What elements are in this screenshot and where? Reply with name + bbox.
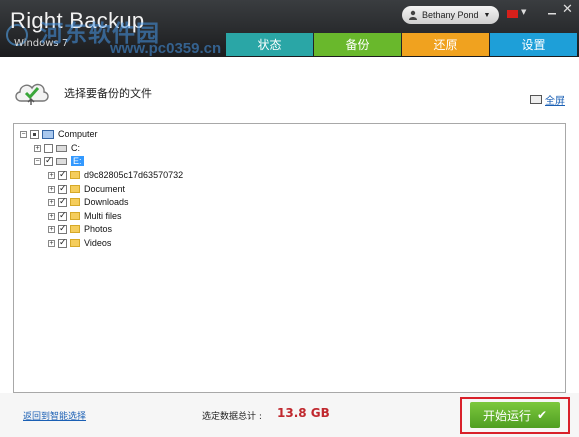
tree-label: Document bbox=[84, 184, 126, 194]
user-name: Bethany Pond bbox=[422, 10, 479, 20]
tree-node-drive-e: − E: bbox=[34, 155, 84, 167]
tree-node-drive-c: + C: bbox=[34, 142, 80, 154]
tab-backup[interactable]: 备份 bbox=[314, 33, 401, 56]
expand-toggle[interactable]: + bbox=[48, 171, 55, 179]
folder-icon bbox=[70, 198, 80, 206]
computer-icon bbox=[42, 129, 54, 139]
folder-checkbox[interactable] bbox=[58, 183, 67, 194]
checkbox-computer[interactable] bbox=[30, 129, 39, 139]
back-to-smart-selection-link[interactable]: 返回到智能选择 bbox=[23, 409, 86, 422]
start-button-label: 开始运行 bbox=[482, 408, 531, 423]
tree-node-folder: + Downloads bbox=[48, 196, 129, 208]
page-title: 选择要备份的文件 bbox=[64, 87, 152, 100]
tab-status[interactable]: 状态 bbox=[226, 33, 313, 56]
file-tree: − Computer + C: − E: + d9c82805c17d63570… bbox=[13, 123, 566, 393]
main-tabs: 状态 备份 还原 设置 bbox=[226, 33, 578, 56]
total-selected-label: 选定数据总计 : bbox=[202, 412, 262, 422]
tree-label: Computer bbox=[58, 129, 98, 139]
fullscreen-label: 全屏 bbox=[545, 96, 565, 107]
checkbox-drive-e[interactable] bbox=[44, 155, 53, 166]
drive-icon bbox=[56, 144, 67, 152]
tree-label: Downloads bbox=[84, 197, 129, 207]
fullscreen-icon bbox=[530, 95, 542, 104]
checkmark-icon: ✔ bbox=[536, 408, 548, 422]
tree-node-folder: + Multi files bbox=[48, 210, 122, 222]
total-selected-value: 13.8 GB bbox=[277, 406, 330, 420]
drive-icon bbox=[56, 157, 67, 165]
folder-checkbox[interactable] bbox=[58, 169, 67, 180]
title-bar: Right Backup Windows 7 河东软件园 www.pc0359.… bbox=[0, 0, 579, 57]
checkbox-drive-c[interactable] bbox=[44, 143, 53, 153]
tree-node-folder: + Document bbox=[48, 183, 125, 195]
folder-checkbox[interactable] bbox=[58, 210, 67, 221]
start-backup-button[interactable]: 开始运行 ✔ bbox=[470, 402, 560, 428]
folder-checkbox[interactable] bbox=[58, 223, 67, 234]
footer-bar: 返回到智能选择 选定数据总计 : 13.8 GB 开始运行 ✔ bbox=[0, 393, 579, 437]
tree-node-folder: + Videos bbox=[48, 237, 111, 249]
folder-icon bbox=[70, 239, 80, 247]
folder-icon bbox=[70, 171, 80, 179]
chevron-down-icon: ▼ bbox=[483, 11, 491, 19]
tab-restore[interactable]: 还原 bbox=[402, 33, 489, 56]
backup-panel: 选择要备份的文件 全屏 − Computer + C: − E: bbox=[0, 57, 579, 437]
collapse-toggle[interactable]: − bbox=[34, 157, 41, 165]
expand-toggle[interactable]: + bbox=[48, 225, 55, 233]
content-header: 选择要备份的文件 全屏 bbox=[0, 57, 579, 117]
language-flag-icon[interactable] bbox=[507, 10, 518, 18]
minimize-icon[interactable] bbox=[546, 5, 558, 17]
tree-label[interactable]: E: bbox=[71, 156, 84, 166]
expand-toggle[interactable]: + bbox=[48, 185, 55, 193]
tree-label: Multi files bbox=[84, 211, 122, 221]
tree-node-folder: + Photos bbox=[48, 223, 112, 235]
tree-label: d9c82805c17d63570732 bbox=[84, 170, 184, 180]
tab-settings[interactable]: 设置 bbox=[490, 33, 577, 56]
folder-icon bbox=[70, 225, 80, 233]
cloud-upload-icon bbox=[15, 83, 49, 105]
expand-toggle[interactable]: + bbox=[48, 239, 55, 247]
folder-icon bbox=[70, 185, 80, 193]
folder-icon bbox=[70, 212, 80, 220]
close-icon[interactable]: ✕ bbox=[562, 3, 573, 16]
tree-label: Photos bbox=[84, 224, 113, 234]
user-icon bbox=[409, 10, 417, 20]
tree-label: C: bbox=[71, 143, 80, 153]
tree-label: Videos bbox=[84, 238, 112, 248]
expand-toggle[interactable]: + bbox=[48, 198, 55, 206]
expand-toggle[interactable]: + bbox=[34, 144, 41, 152]
language-chevron-down-icon[interactable]: ▼ bbox=[521, 8, 526, 16]
expand-toggle[interactable]: + bbox=[48, 212, 55, 220]
watermark-url: www.pc0359.cn bbox=[110, 40, 222, 57]
tree-node-computer: − Computer bbox=[20, 128, 98, 140]
collapse-toggle[interactable]: − bbox=[20, 130, 27, 138]
folder-checkbox[interactable] bbox=[58, 237, 67, 248]
tree-node-folder: + d9c82805c17d63570732 bbox=[48, 169, 183, 181]
user-menu-button[interactable]: Bethany Pond ▼ bbox=[402, 6, 499, 24]
folder-checkbox[interactable] bbox=[58, 196, 67, 207]
fullscreen-link[interactable]: 全屏 bbox=[530, 92, 565, 107]
